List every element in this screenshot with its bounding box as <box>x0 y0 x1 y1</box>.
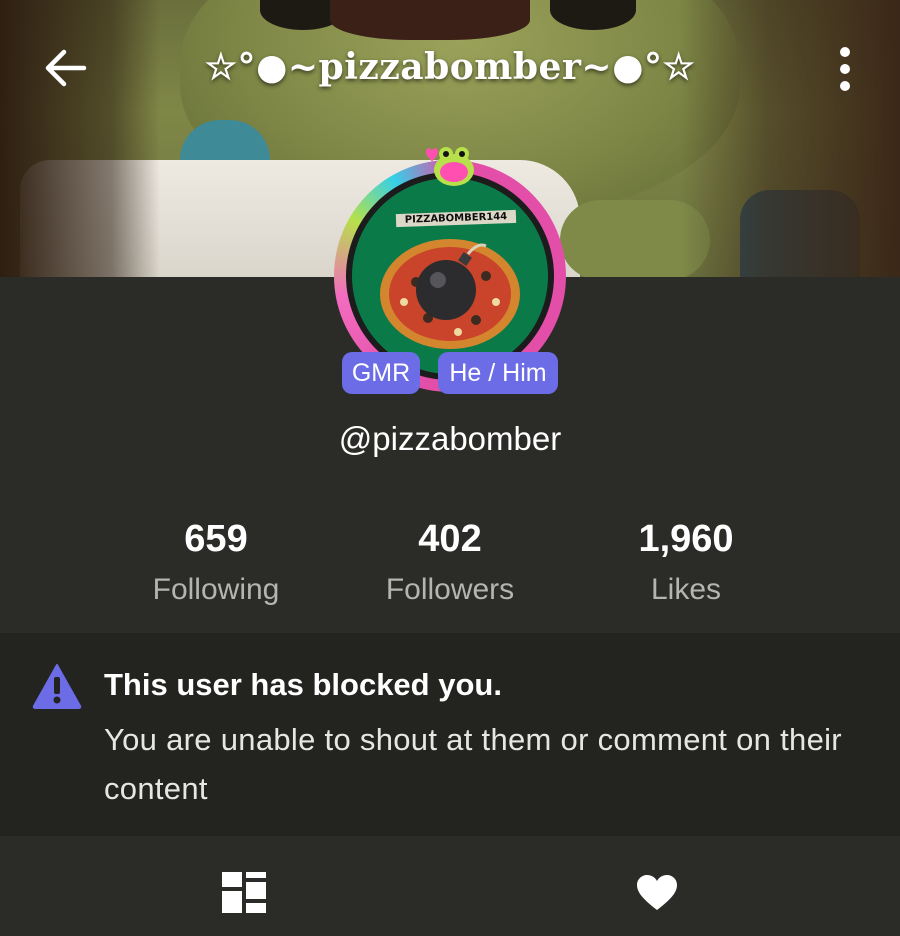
stat-value: 402 <box>418 518 482 560</box>
arrow-left-icon <box>45 49 87 87</box>
blocked-notice: This user has blocked you. You are unabl… <box>0 633 900 836</box>
username: @pizzabomber <box>338 420 562 457</box>
stat-value: 1,960 <box>638 518 734 560</box>
stat-label: Following <box>152 573 280 606</box>
frog-sticker-icon <box>426 147 474 186</box>
stat-label: Likes <box>650 573 722 606</box>
top-bar: ☆°●~pizzabomber~●°☆ <box>0 26 900 110</box>
blocked-description: You are unable to shout at them or comme… <box>104 722 842 806</box>
blocked-title: This user has blocked you. <box>104 667 502 702</box>
stat-following[interactable]: 659 Following <box>96 515 336 617</box>
profile-tab-bar <box>0 836 900 936</box>
tag-pronouns: He / Him <box>438 352 558 394</box>
tab-likes[interactable] <box>636 874 678 912</box>
heart-icon <box>637 875 677 910</box>
more-vertical-icon <box>840 47 850 91</box>
stat-label: Followers <box>385 573 515 606</box>
profile-display-name: ☆°●~pizzabomber~●°☆ <box>204 46 696 88</box>
profile-tags: GMR He / Him <box>0 352 900 396</box>
profile-stats: 659 Following 402 Followers 1,960 Likes <box>0 515 900 615</box>
tab-posts[interactable] <box>220 870 268 916</box>
stat-followers[interactable]: 402 Followers <box>330 515 570 617</box>
avatar-image: PIZZABOMBER144 <box>346 172 554 380</box>
pizza-bomb-icon <box>380 239 520 349</box>
more-options-button[interactable] <box>830 46 860 92</box>
stat-likes[interactable]: 1,960 Likes <box>566 515 806 617</box>
stat-value: 659 <box>184 518 248 560</box>
dashboard-grid-icon <box>222 872 266 913</box>
back-button[interactable] <box>44 48 88 88</box>
tag-gmr: GMR <box>342 352 420 394</box>
warning-triangle-icon <box>32 664 82 709</box>
